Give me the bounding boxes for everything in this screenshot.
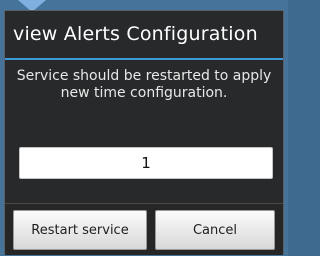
dialog-button-bar: Restart service Cancel bbox=[5, 203, 283, 255]
title-divider bbox=[5, 58, 283, 60]
app-background: view Alerts Configuration Service should… bbox=[0, 0, 288, 256]
time-value-input[interactable] bbox=[19, 147, 273, 179]
dialog-message: Service should be restarted to apply new… bbox=[16, 68, 272, 101]
restart-service-button[interactable]: Restart service bbox=[13, 210, 147, 250]
dialog-title: view Alerts Configuration bbox=[13, 23, 258, 45]
dialog-title-bar: view Alerts Configuration bbox=[5, 11, 283, 57]
alerts-configuration-dialog: view Alerts Configuration Service should… bbox=[4, 10, 284, 255]
cancel-button[interactable]: Cancel bbox=[155, 210, 275, 250]
